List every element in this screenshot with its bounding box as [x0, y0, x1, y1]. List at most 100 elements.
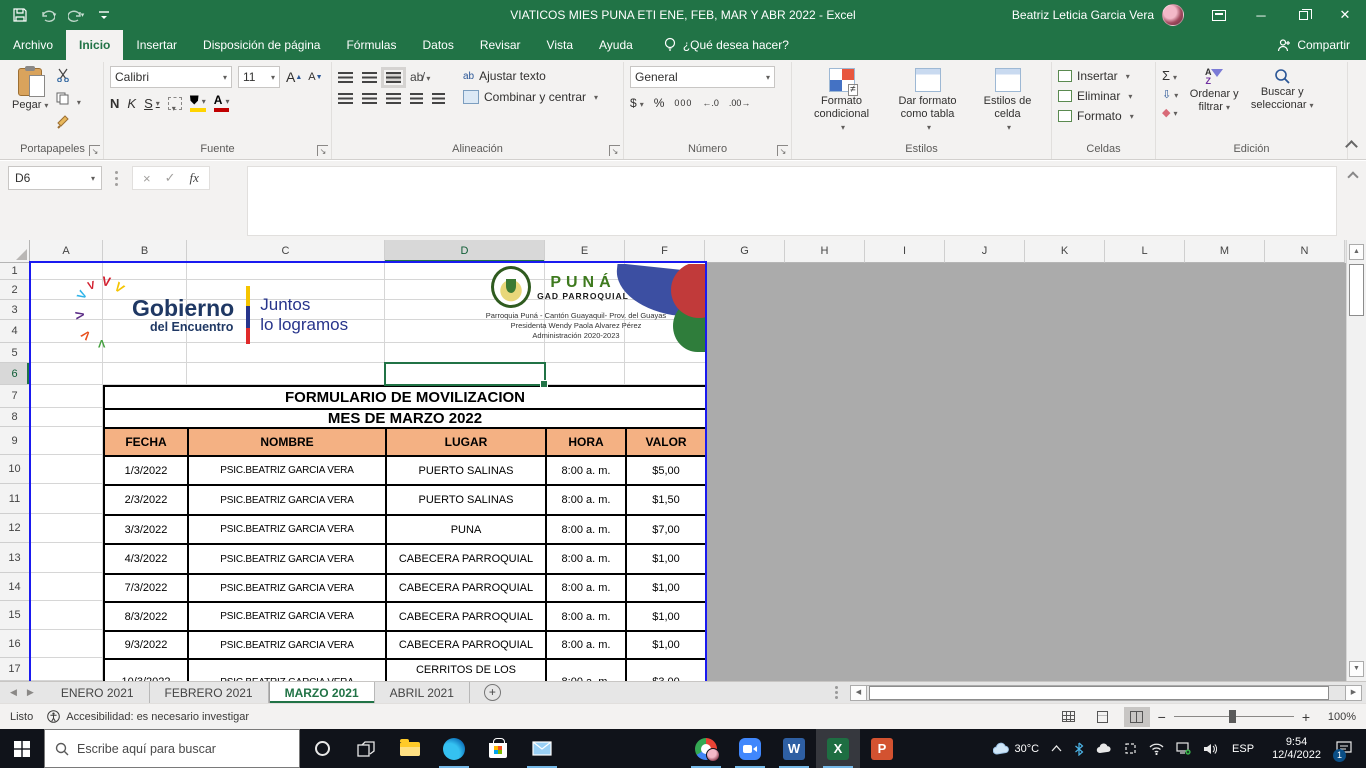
row-header-8[interactable]: 8: [0, 408, 30, 427]
table-cell[interactable]: 9/3/2022: [104, 631, 188, 659]
tab-splitter-handle[interactable]: [835, 691, 838, 694]
name-box[interactable]: D6 ▾: [8, 166, 102, 190]
delete-cells-button[interactable]: Eliminar: [1058, 89, 1134, 103]
autosum-button[interactable]: Σ: [1162, 68, 1178, 83]
column-header-G[interactable]: G: [705, 240, 785, 263]
file-explorer-button[interactable]: [388, 729, 432, 768]
column-header-B[interactable]: B: [103, 240, 187, 263]
zoom-slider-thumb[interactable]: [1229, 710, 1236, 723]
table-cell[interactable]: $1,00: [626, 574, 706, 602]
find-select-button[interactable]: Buscar y seleccionar: [1250, 66, 1314, 141]
excel-button[interactable]: X: [816, 729, 860, 768]
table-cell[interactable]: 8:00 a. m.: [546, 602, 626, 631]
cortana-button[interactable]: [300, 729, 344, 768]
outside-print-area[interactable]: [705, 263, 1346, 681]
wrap-text-button[interactable]: abAjustar texto: [463, 69, 598, 83]
ribbon-tab-revisar[interactable]: Revisar: [467, 30, 534, 60]
ribbon-tab-fórmulas[interactable]: Fórmulas: [333, 30, 409, 60]
table-cell[interactable]: PSIC.BEATRIZ GARCIA VERA: [188, 544, 386, 574]
selected-cell-outline[interactable]: [384, 362, 546, 386]
document-title[interactable]: FORMULARIO DE MOVILIZACION: [104, 386, 706, 409]
row-header-9[interactable]: 9: [0, 427, 30, 455]
row-header-16[interactable]: 16: [0, 630, 30, 658]
network-button[interactable]: [1171, 729, 1196, 768]
ribbon-display-options-button[interactable]: [1198, 0, 1240, 30]
ribbon-tab-vista[interactable]: Vista: [534, 30, 586, 60]
cut-icon[interactable]: [56, 68, 80, 87]
italic-button[interactable]: K: [127, 96, 136, 111]
table-cell[interactable]: 8:00 a. m.: [546, 631, 626, 659]
currency-format-button[interactable]: $: [630, 96, 644, 110]
comma-format-button[interactable]: 000: [674, 98, 692, 108]
table-cell[interactable]: PSIC.BEATRIZ GARCIA VERA: [188, 574, 386, 602]
header-valor[interactable]: VALOR: [626, 428, 706, 456]
bold-button[interactable]: N: [110, 96, 119, 111]
align-bottom-icon[interactable]: [386, 72, 401, 83]
ribbon-tab-insertar[interactable]: Insertar: [123, 30, 190, 60]
format-painter-icon[interactable]: [56, 115, 80, 134]
save-icon[interactable]: [8, 4, 32, 26]
table-cell[interactable]: PSIC.BEATRIZ GARCIA VERA: [188, 631, 386, 659]
column-header-I[interactable]: I: [865, 240, 945, 263]
font-size-select[interactable]: 11▾: [238, 66, 280, 88]
confirm-entry-icon[interactable]: ✓: [165, 170, 176, 186]
borders-button[interactable]: [168, 97, 182, 110]
sheet-nav-left-icon[interactable]: ◀: [10, 687, 17, 698]
table-cell[interactable]: PUNA: [386, 515, 546, 544]
word-button[interactable]: W: [772, 729, 816, 768]
table-cell[interactable]: 8:00 a. m.: [546, 574, 626, 602]
table-cell[interactable]: PSIC.BEATRIZ GARCIA VERA: [188, 602, 386, 631]
weather-widget[interactable]: 30°C: [988, 729, 1044, 768]
row-header-7[interactable]: 7: [0, 385, 30, 408]
table-cell[interactable]: CABECERA PARROQUIAL: [386, 544, 546, 574]
column-header-C[interactable]: C: [187, 240, 385, 263]
row-header-2[interactable]: 2: [0, 280, 30, 300]
wifi-button[interactable]: [1144, 729, 1169, 768]
clipboard-dialog-launcher[interactable]: ↘: [89, 145, 100, 156]
formula-input[interactable]: [247, 166, 1337, 236]
task-view-button[interactable]: [344, 729, 388, 768]
table-cell[interactable]: $1,00: [626, 544, 706, 574]
undo-icon[interactable]: ▾: [36, 4, 60, 26]
fill-button[interactable]: ⇩: [1162, 88, 1178, 101]
bluetooth-button[interactable]: [1069, 729, 1089, 768]
onedrive-button[interactable]: [1091, 729, 1117, 768]
redo-icon[interactable]: ▾: [64, 4, 88, 26]
zoom-slider[interactable]: [1174, 716, 1294, 717]
table-cell[interactable]: 8:00 a. m.: [546, 456, 626, 485]
paste-button[interactable]: Pegar: [8, 66, 52, 141]
tell-me-search[interactable]: ¿Qué desea hacer?: [664, 30, 789, 60]
table-cell[interactable]: 2/3/2022: [104, 485, 188, 515]
powerpoint-button[interactable]: P: [860, 729, 904, 768]
table-cell[interactable]: $1,00: [626, 602, 706, 631]
row-header-6[interactable]: 6: [0, 363, 30, 385]
table-cell[interactable]: PSIC.BEATRIZ GARCIA VERA: [188, 456, 386, 485]
table-cell[interactable]: PUERTO SALINAS: [386, 485, 546, 515]
clear-button[interactable]: ◆: [1162, 106, 1178, 119]
cancel-entry-icon[interactable]: ×: [143, 171, 151, 186]
font-dialog-launcher[interactable]: ↘: [317, 145, 328, 156]
sort-filter-button[interactable]: AZ Ordenar y filtrar: [1182, 66, 1246, 141]
row-header-13[interactable]: 13: [0, 543, 30, 573]
scroll-up-icon[interactable]: ▲: [1349, 244, 1364, 260]
ribbon-tab-inicio[interactable]: Inicio: [66, 30, 123, 60]
accessibility-status[interactable]: Accesibilidad: es necesario investigar: [47, 710, 249, 723]
increase-decimal-icon[interactable]: ←.0: [702, 98, 719, 108]
number-format-select[interactable]: General▾: [630, 66, 775, 88]
ribbon-tab-archivo[interactable]: Archivo: [0, 30, 66, 60]
snip-screen-button[interactable]: [1119, 729, 1142, 768]
align-middle-icon[interactable]: [362, 72, 377, 83]
row-header-4[interactable]: 4: [0, 320, 30, 343]
sheet-tab-febrero-2021[interactable]: FEBRERO 2021: [150, 682, 269, 703]
table-cell[interactable]: 10/3/2022: [104, 659, 188, 681]
align-left-icon[interactable]: [338, 93, 353, 104]
close-button[interactable]: ✕: [1324, 0, 1366, 30]
column-header-H[interactable]: H: [785, 240, 865, 263]
vertical-scrollbar[interactable]: ▲ ▼: [1346, 240, 1366, 681]
formula-bar-collapse-icon[interactable]: [1347, 171, 1358, 182]
select-all-corner[interactable]: [0, 240, 30, 263]
scroll-right-icon[interactable]: ▶: [1345, 685, 1362, 701]
align-top-icon[interactable]: [338, 72, 353, 83]
header-nombre[interactable]: NOMBRE: [188, 428, 386, 456]
column-header-F[interactable]: F: [625, 240, 705, 263]
